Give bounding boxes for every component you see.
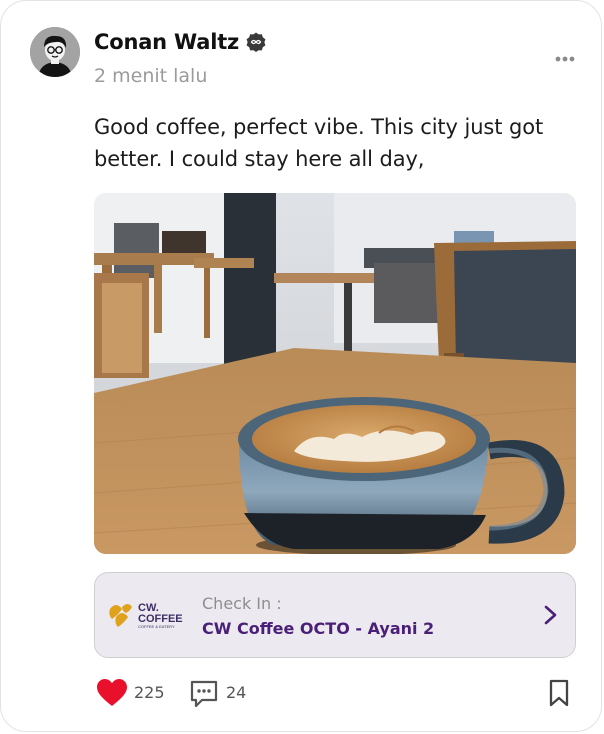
checkin-card[interactable]: CW. COFFEE COFFEE & EATERY Check In : CW… — [94, 572, 576, 658]
verified-badge-icon — [246, 32, 266, 52]
avatar[interactable] — [30, 27, 80, 77]
more-options-icon[interactable] — [551, 49, 579, 69]
post-timestamp: 2 menit lalu — [94, 65, 208, 87]
post-card: Conan Waltz 2 menit lalu Good coffee, pe… — [0, 0, 602, 732]
comment-count: 24 — [226, 683, 247, 702]
comment-icon[interactable] — [189, 679, 219, 709]
like-count: 225 — [134, 683, 165, 702]
heart-icon[interactable] — [96, 678, 128, 708]
bookmark-icon[interactable] — [548, 679, 570, 707]
post-caption: Good coffee, perfect vibe. This city jus… — [94, 115, 544, 171]
avatar-illustration — [30, 27, 80, 77]
chevron-right-icon[interactable] — [540, 604, 560, 626]
coffee-photo — [94, 193, 576, 554]
cw-coffee-logo: CW. COFFEE COFFEE & EATERY — [109, 602, 183, 629]
author-name[interactable]: Conan Waltz — [94, 30, 239, 54]
post-photo[interactable] — [94, 193, 576, 554]
checkin-place-name: CW Coffee OCTO - Ayani 2 — [202, 619, 435, 638]
logo-text-eatery: COFFEE & EATERY — [138, 624, 175, 629]
checkin-label: Check In : — [202, 594, 282, 613]
